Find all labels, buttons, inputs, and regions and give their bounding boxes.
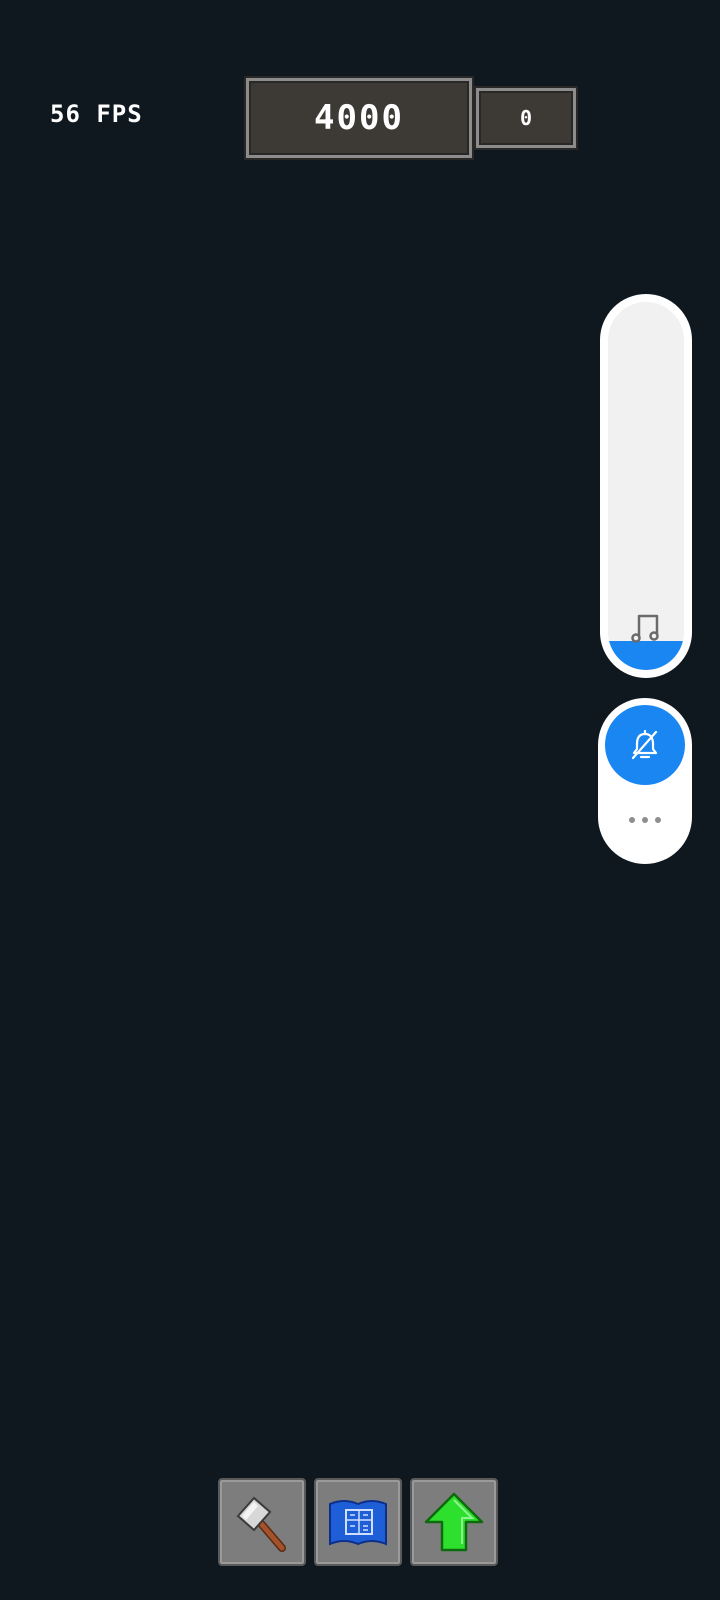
upgrade-arrow-icon	[424, 1492, 484, 1552]
volume-slider[interactable]	[600, 294, 692, 678]
blueprint-icon	[329, 1500, 387, 1546]
more-dots-icon	[629, 817, 635, 823]
blueprint-tool-button[interactable]	[314, 1478, 402, 1566]
secondary-counter: 0	[476, 88, 576, 148]
score-display: 4000	[246, 78, 472, 158]
ringer-panel	[598, 698, 692, 864]
hammer-icon	[236, 1496, 286, 1552]
more-dots-icon	[655, 817, 661, 823]
bottom-toolbar	[218, 1478, 498, 1566]
volume-track[interactable]	[608, 302, 684, 670]
score-value: 4000	[314, 98, 404, 138]
more-dots-icon	[642, 817, 648, 823]
ringer-mode-button[interactable]	[605, 705, 685, 785]
volume-level-fill	[608, 640, 684, 670]
more-options-button[interactable]	[615, 808, 675, 832]
upgrade-tool-button[interactable]	[410, 1478, 498, 1566]
music-note-icon	[631, 614, 659, 643]
fps-counter: 56 FPS	[50, 100, 143, 128]
counter-value: 0	[519, 106, 533, 130]
bell-muted-icon	[631, 729, 658, 760]
build-tool-button[interactable]	[218, 1478, 306, 1566]
